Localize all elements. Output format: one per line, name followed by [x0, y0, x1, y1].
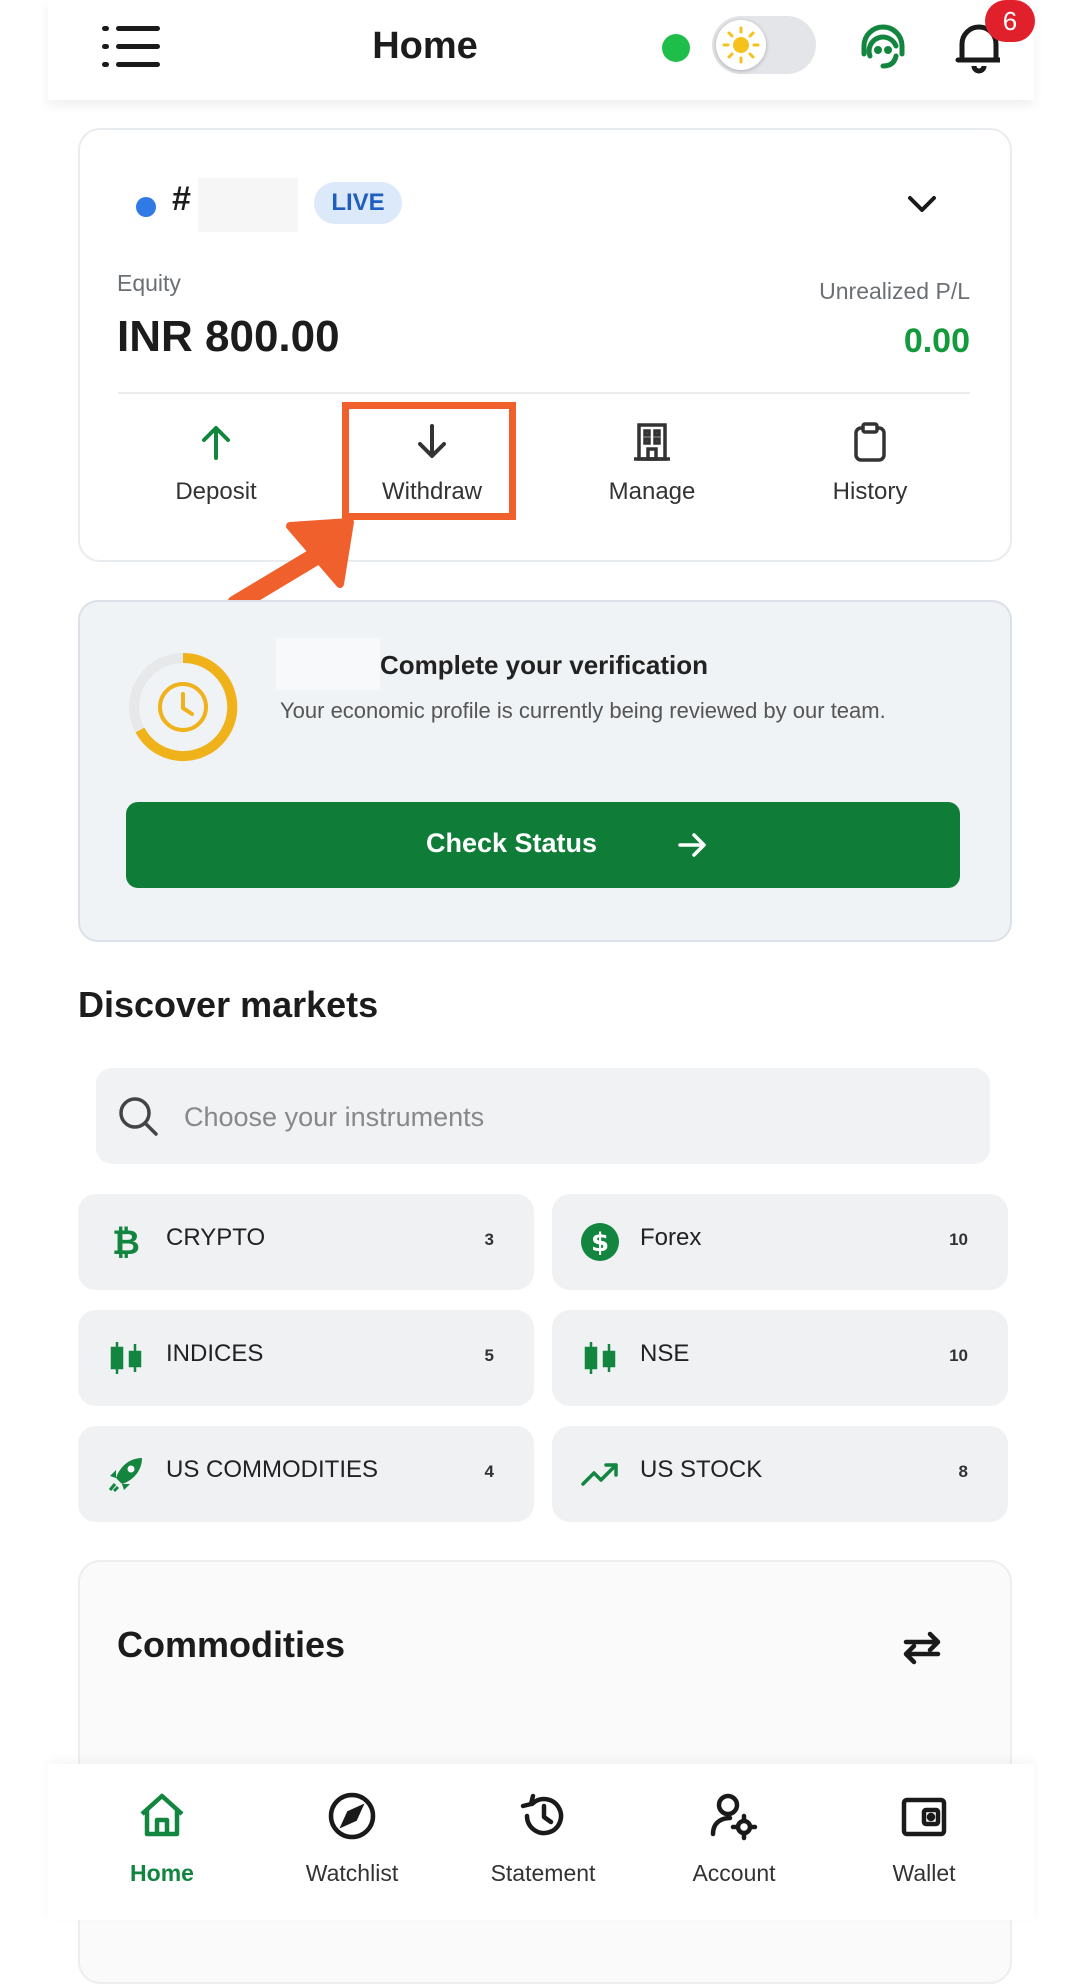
market-count: 5 [484, 1346, 494, 1365]
market-count: 10 [949, 1230, 968, 1249]
page-title: Home [372, 25, 478, 67]
compass-icon [328, 1792, 376, 1840]
online-status-dot [662, 34, 690, 62]
nav-watchlist[interactable]: Watchlist [272, 1790, 432, 1910]
market-count: 10 [949, 1346, 968, 1365]
dollar-coin-icon: $ [581, 1223, 619, 1261]
check-status-label: Check Status [426, 828, 598, 858]
manage-label: Manage [608, 478, 696, 505]
market-crypto[interactable]: ₿ CRYPTO 3 [78, 1194, 534, 1290]
notification-badge: 6 [985, 0, 1035, 42]
nav-wallet-label: Wallet [892, 1860, 956, 1886]
svg-text:$: $ [591, 1228, 609, 1258]
market-count: 8 [958, 1462, 968, 1481]
market-name: Forex [640, 1224, 702, 1251]
nav-account-label: Account [692, 1860, 776, 1886]
nav-home-label: Home [130, 1860, 194, 1886]
deposit-button[interactable]: Deposit [116, 420, 316, 520]
swap-icon[interactable] [898, 1626, 946, 1670]
market-count: 3 [484, 1230, 494, 1249]
clock-progress-icon [129, 652, 238, 761]
unrealized-pl-value: 0.00 [903, 322, 970, 360]
rocket-icon [108, 1458, 142, 1493]
account-status-dot [136, 197, 156, 217]
live-badge: LIVE [314, 182, 402, 224]
equity-value: INR 800.00 [117, 312, 340, 361]
market-nse[interactable]: NSE 10 [552, 1310, 1008, 1406]
nav-statement[interactable]: Statement [463, 1790, 623, 1910]
market-name: INDICES [166, 1340, 264, 1367]
nav-home[interactable]: Home [82, 1790, 242, 1910]
market-count: 4 [484, 1462, 494, 1481]
search-input[interactable] [182, 1088, 946, 1146]
market-us-commodities[interactable]: US COMMODITIES 4 [78, 1426, 534, 1522]
redacted-area [276, 638, 380, 690]
market-forex[interactable]: $ Forex 10 [552, 1194, 1008, 1290]
history-icon [520, 1793, 564, 1836]
discover-markets-heading: Discover markets [78, 984, 379, 1025]
market-name: US STOCK [640, 1456, 763, 1483]
verification-title: Complete your verification [380, 650, 708, 680]
market-name: NSE [640, 1340, 690, 1367]
svg-text:₿: ₿ [112, 1223, 140, 1262]
verification-subtitle: Your economic profile is currently being… [280, 698, 886, 723]
support-agent-icon[interactable] [856, 20, 910, 74]
market-us-stock[interactable]: US STOCK 8 [552, 1426, 1008, 1522]
chevron-down-icon[interactable] [904, 186, 940, 222]
market-name: CRYPTO [166, 1224, 266, 1251]
wallet-icon [901, 1797, 947, 1837]
check-status-button[interactable]: Check Status [126, 802, 960, 888]
clipboard-icon [854, 422, 886, 462]
deposit-label: Deposit [175, 478, 257, 505]
nav-account[interactable]: Account [654, 1790, 814, 1910]
account-number: # [172, 180, 191, 218]
user-settings-icon [710, 1793, 758, 1841]
account-number-redacted [198, 178, 298, 232]
home-icon [140, 1793, 184, 1837]
menu-icon[interactable] [102, 24, 160, 70]
divider [118, 392, 970, 394]
candlestick-icon [110, 1342, 142, 1374]
nav-statement-label: Statement [490, 1860, 596, 1886]
candlestick-icon [584, 1342, 616, 1374]
market-indices[interactable]: INDICES 5 [78, 1310, 534, 1406]
arrow-up-icon [202, 426, 230, 460]
theme-toggle[interactable] [712, 16, 816, 74]
withdraw-highlight-box [342, 402, 516, 520]
arrow-right-icon [678, 833, 706, 857]
unrealized-pl-label: Unrealized P/L [819, 278, 970, 304]
nav-wallet[interactable]: Wallet [844, 1790, 1004, 1910]
sun-icon [716, 20, 766, 70]
market-name: US COMMODITIES [166, 1456, 379, 1483]
search-icon [119, 1097, 158, 1136]
trend-up-icon [581, 1463, 618, 1486]
commodities-heading: Commodities [117, 1624, 346, 1665]
instrument-search[interactable] [96, 1068, 990, 1164]
history-label: History [832, 478, 908, 505]
nav-watchlist-label: Watchlist [305, 1860, 399, 1886]
bitcoin-icon: ₿ [112, 1223, 140, 1262]
manage-button[interactable]: Manage [552, 420, 752, 520]
history-button[interactable]: History [770, 420, 970, 520]
equity-label: Equity [117, 270, 181, 296]
building-icon [634, 423, 670, 461]
